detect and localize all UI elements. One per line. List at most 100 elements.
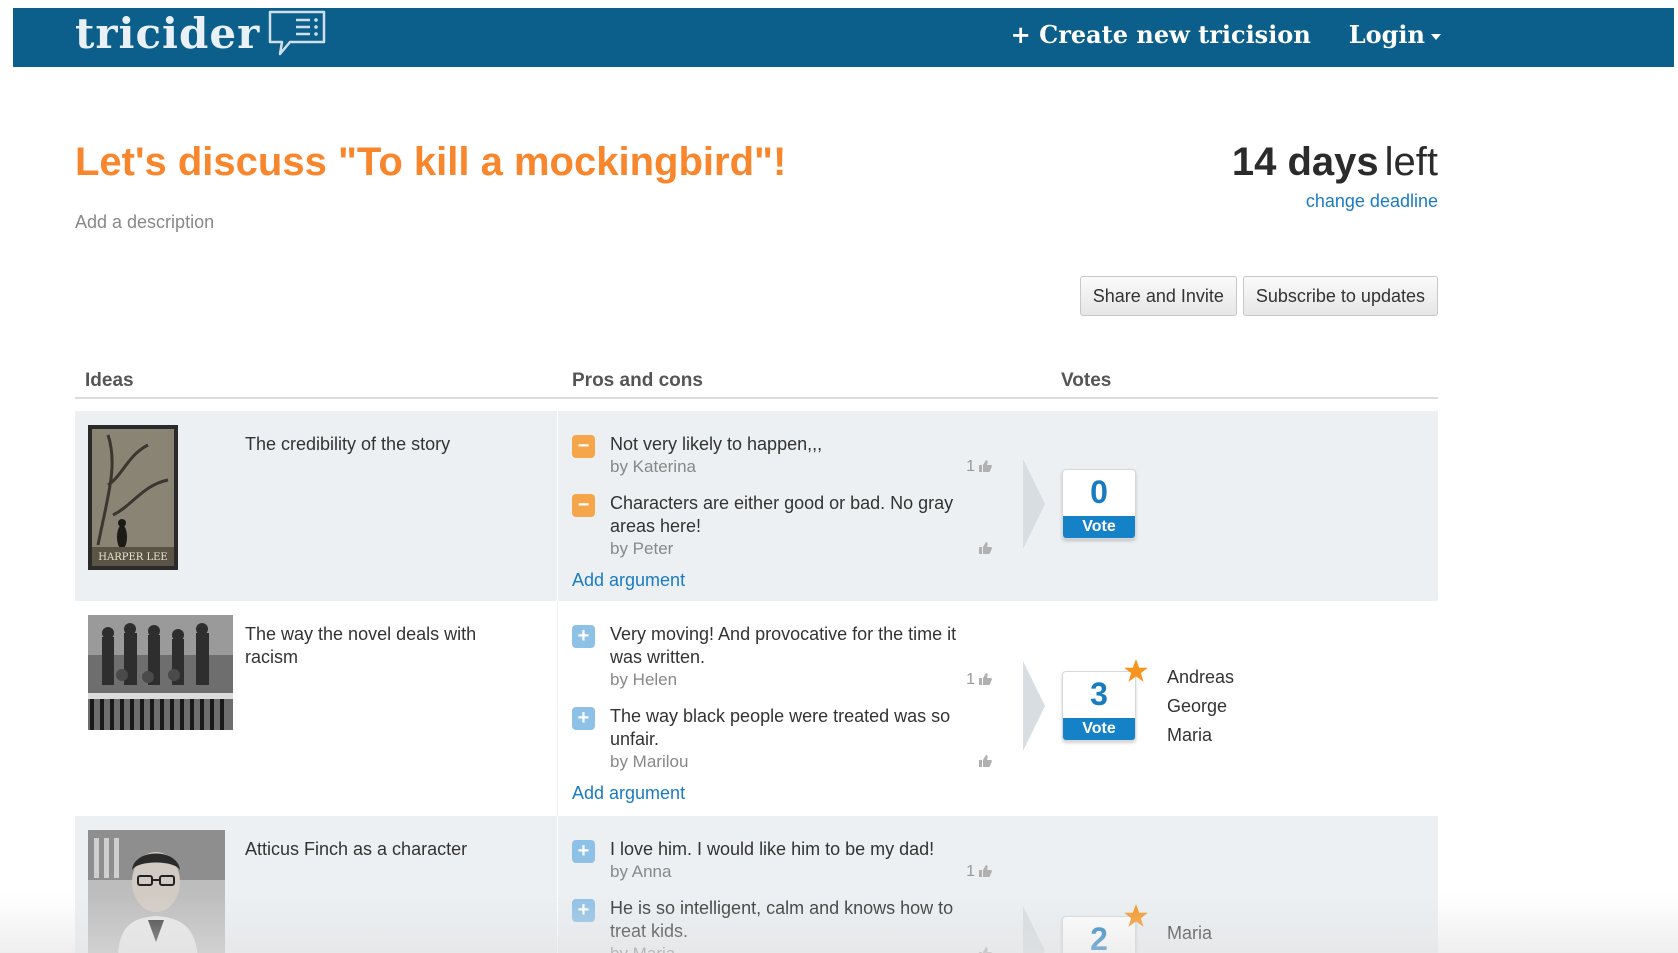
voter-name[interactable]: George [1167, 692, 1234, 721]
vote-button[interactable]: 3 Vote [1062, 659, 1148, 741]
argument-meta: by Helen 1 [610, 669, 992, 691]
movie-still-image [88, 615, 233, 730]
argument-meta: by Anna 1 [610, 861, 992, 883]
con-minus-icon: − [572, 435, 595, 458]
login-menu[interactable]: Login [1349, 20, 1441, 49]
arguments-list: − Not very likely to happen,,, by Kateri… [572, 433, 992, 591]
days-suffix: left [1384, 140, 1438, 184]
argument-text: Characters are either good or bad. No gr… [610, 493, 954, 536]
like-button[interactable] [975, 751, 992, 773]
add-description-link[interactable]: Add a description [75, 212, 214, 233]
like-count: 1 [966, 458, 975, 475]
argument-author[interactable]: by Katerina [610, 457, 696, 476]
like-button[interactable] [975, 943, 992, 953]
argument-item: − Not very likely to happen,,, by Kateri… [572, 433, 992, 478]
header-ideas: Ideas [85, 370, 134, 391]
con-minus-icon: − [572, 494, 595, 517]
header-votes: Votes [1061, 370, 1112, 391]
thumbs-up-icon [979, 542, 992, 554]
page-title: Let's discuss "To kill a mockingbird"! [75, 140, 787, 184]
argument-author[interactable]: by Maria [610, 944, 675, 953]
like-count: 1 [966, 863, 975, 880]
chevron-right-icon [1023, 459, 1045, 549]
voter-name[interactable]: Andreas [1167, 663, 1234, 692]
arguments-list: + Very moving! And provocative for the t… [572, 623, 992, 804]
thumbs-up-icon [979, 947, 992, 953]
book-cover-image: HARPER LEE [88, 425, 178, 570]
header-nav: + Create new tricision Login [1011, 20, 1441, 49]
change-deadline-link[interactable]: change deadline [1306, 191, 1438, 212]
vote-button[interactable]: 0 Vote [1062, 469, 1136, 539]
like-count: 1 [966, 671, 975, 688]
share-invite-button[interactable]: Share and Invite [1079, 276, 1237, 316]
argument-text: I love him. I would like him to be my da… [610, 839, 935, 859]
argument-meta: by Peter [610, 538, 992, 560]
idea-row: Atticus Finch as a character + I love hi… [75, 816, 1438, 953]
argument-text: He is so intelligent, calm and knows how… [610, 898, 954, 941]
chevron-right-icon [1023, 906, 1045, 953]
chevron-right-icon [1023, 661, 1045, 751]
voter-name[interactable]: Maria [1167, 721, 1234, 750]
idea-row: The way the novel deals with racism + Ve… [75, 601, 1438, 816]
voter-list: Maria [1167, 919, 1212, 948]
svg-text:HARPER LEE: HARPER LEE [98, 552, 167, 563]
days-left: 14 days left [1232, 140, 1438, 185]
idea-row: HARPER LEE The credibility of the story … [75, 411, 1438, 601]
vote-button[interactable]: 2 [1062, 904, 1148, 953]
add-argument-link[interactable]: Add argument [572, 783, 992, 804]
arguments-list: + I love him. I would like him to be my … [572, 838, 992, 953]
like-button[interactable]: 1 [966, 456, 992, 478]
atticus-portrait-image [88, 830, 225, 953]
voter-list: Andreas George Maria [1167, 663, 1234, 750]
argument-item: + He is so intelligent, calm and knows h… [572, 897, 992, 953]
argument-author[interactable]: by Helen [610, 670, 677, 689]
vote-count: 2 [1090, 921, 1108, 953]
vote-count: 0 [1090, 474, 1108, 510]
caret-down-icon [1431, 33, 1441, 40]
vote-label: Vote [1063, 516, 1135, 538]
login-label: Login [1348, 20, 1425, 49]
column-divider [557, 411, 558, 601]
vote-count: 3 [1090, 676, 1108, 712]
top-navigation-bar: tricider + Create new tricision Login [13, 8, 1674, 67]
argument-text: Very moving! And provocative for the tim… [610, 624, 957, 667]
argument-item: + Very moving! And provocative for the t… [572, 623, 992, 691]
days-count: 14 days [1231, 140, 1379, 184]
argument-item: − Characters are either good or bad. No … [572, 492, 992, 560]
idea-title[interactable]: Atticus Finch as a character [245, 838, 515, 861]
argument-text: Not very likely to happen,,, [610, 434, 823, 454]
table-header: Ideas Pros and cons Votes [75, 360, 1438, 399]
add-argument-link[interactable]: Add argument [572, 570, 992, 591]
like-button[interactable] [975, 538, 992, 560]
speech-bubble-icon [268, 10, 326, 56]
argument-meta: by Katerina 1 [610, 456, 992, 478]
argument-meta: by Marilou [610, 751, 992, 773]
pro-plus-icon: + [572, 840, 595, 863]
column-divider [557, 816, 558, 953]
action-buttons: Share and Invite Subscribe to updates [1079, 276, 1438, 316]
pro-plus-icon: + [572, 625, 595, 648]
header-pros-cons: Pros and cons [572, 370, 703, 391]
argument-author[interactable]: by Marilou [610, 752, 688, 771]
argument-item: + The way black people were treated was … [572, 705, 992, 773]
tricider-logo[interactable]: tricider [75, 8, 328, 58]
like-button[interactable]: 1 [966, 861, 992, 883]
thumbs-up-icon [979, 460, 992, 472]
argument-meta: by Maria [610, 943, 992, 953]
thumbs-up-icon [979, 673, 992, 685]
logo-text: tricider [75, 8, 261, 58]
pro-plus-icon: + [572, 899, 595, 922]
subscribe-button[interactable]: Subscribe to updates [1242, 276, 1438, 316]
idea-title[interactable]: The way the novel deals with racism [245, 623, 515, 669]
voter-name[interactable]: Maria [1167, 919, 1212, 948]
vote-label: Vote [1063, 718, 1135, 740]
create-tricision-link[interactable]: + Create new tricision [1011, 20, 1311, 49]
idea-title[interactable]: The credibility of the story [245, 433, 515, 456]
argument-author[interactable]: by Peter [610, 539, 673, 558]
thumbs-up-icon [979, 755, 992, 767]
column-divider [557, 601, 558, 816]
argument-text: The way black people were treated was so… [610, 706, 951, 749]
like-button[interactable]: 1 [966, 669, 992, 691]
pro-plus-icon: + [572, 707, 595, 730]
argument-author[interactable]: by Anna [610, 862, 671, 881]
